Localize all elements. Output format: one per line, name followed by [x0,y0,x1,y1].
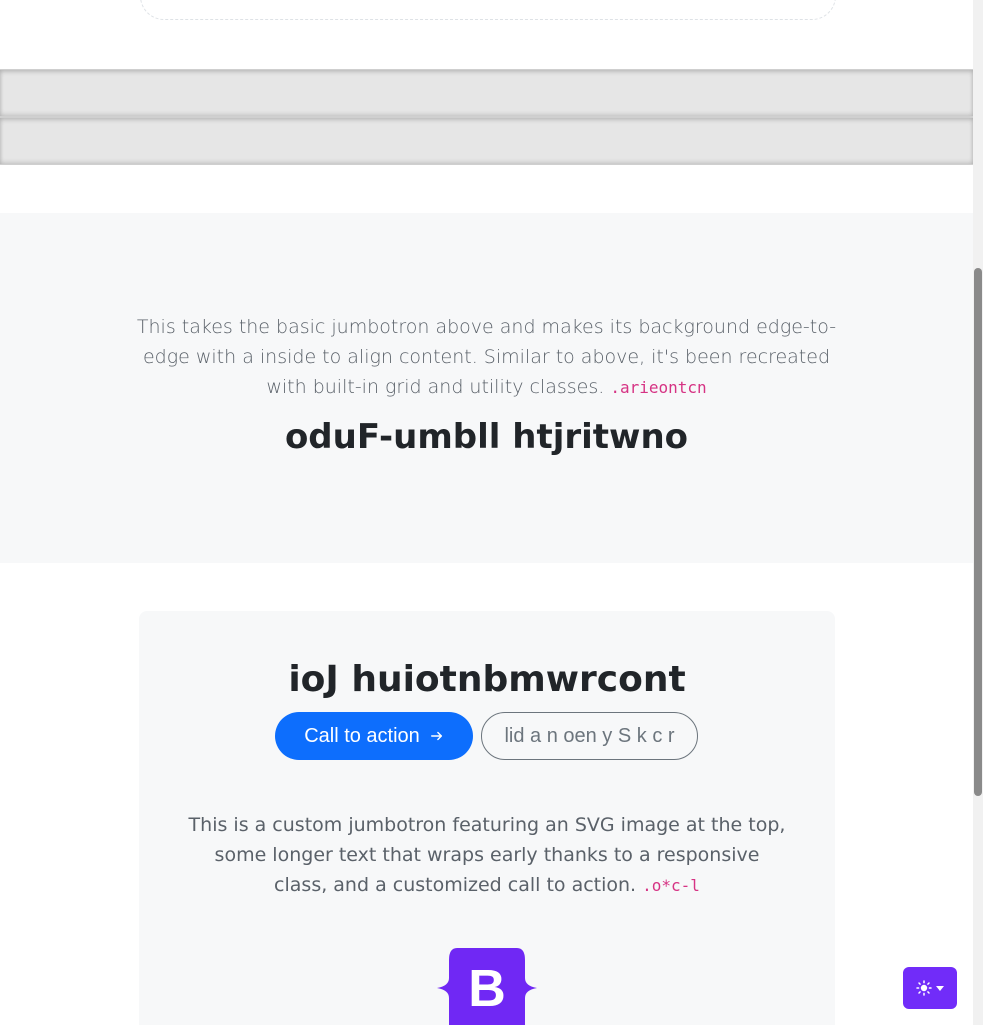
custom-jumbotron: ioJ huiotnbmwrcont Call to action lid a … [139,611,835,1025]
section-divider [0,117,973,165]
fluid-jumbotron: This takes the basic jumbotron above and… [0,213,973,563]
custom-jumbotron-lead: This is a custom jumbotron featuring an … [187,810,787,901]
call-to-action-button[interactable]: Call to action [275,712,473,760]
custom-jumbotron-title: ioJ huiotnbmwrcont [288,659,686,700]
section-divider [0,69,973,117]
page-scrollbar[interactable] [973,0,983,1025]
custom-lead-code: .o*c-l [642,876,700,895]
call-to-action-label: Call to action [304,724,420,747]
fluid-lead-text: This takes the basic jumbotron above and… [136,316,837,398]
fluid-jumbotron-title: oduF-umbll htjritwno [284,417,689,457]
scrollbar-thumb[interactable] [974,268,982,796]
bootstrap-logo-letter: B [468,960,506,1018]
arrow-right-icon [430,731,442,741]
bootstrap-logo: B [437,948,537,1025]
top-card [140,0,836,20]
secondary-button[interactable]: lid a n oen y S k c r [481,712,698,760]
theme-toggle-button[interactable] [903,967,957,1009]
fluid-lead-code: .arieontcn [610,378,707,397]
fluid-jumbotron-lead: This takes the basic jumbotron above and… [130,312,843,403]
sun-icon [916,980,932,996]
chevron-down-icon [936,985,944,991]
